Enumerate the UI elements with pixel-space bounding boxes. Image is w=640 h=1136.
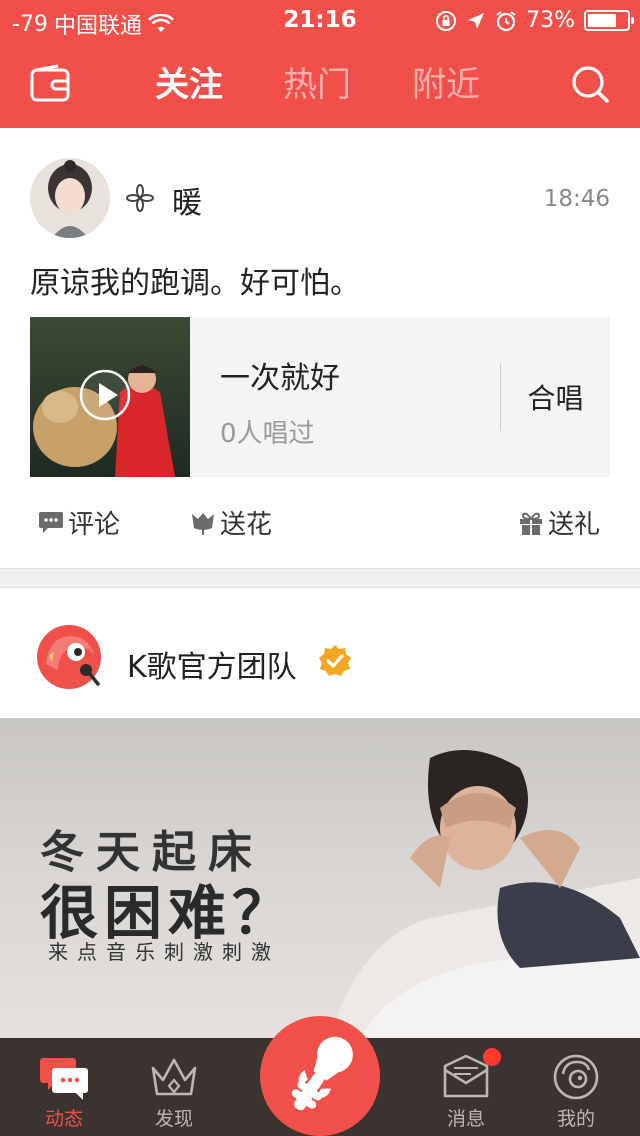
top-nav: 关注 热门 附近 <box>0 40 640 128</box>
banner-subline: 来点音乐刺激刺激 <box>48 940 280 964</box>
tab-messages[interactable]: 消息 <box>416 1038 516 1136</box>
rotation-lock-icon <box>436 10 457 31</box>
duet-button[interactable]: 合唱 <box>501 317 610 477</box>
promo-banner[interactable]: 冬天起床 很困难？ 来点音乐刺激刺激 <box>0 718 640 1038</box>
feed-post: 暖 18:46 原谅我的跑调。好可怕。 一次就好 0人唱过 合唱 评论 送花 送… <box>0 128 640 568</box>
song-cover[interactable] <box>30 317 190 477</box>
tab-feed[interactable]: 动态 <box>14 1038 114 1136</box>
tab-profile[interactable]: 我的 <box>526 1038 626 1136</box>
username[interactable]: 暖 <box>172 178 202 222</box>
flower-icon <box>192 512 214 535</box>
user-badge-icon <box>126 184 154 212</box>
location-arrow-icon <box>468 12 485 29</box>
gift-icon <box>520 512 542 535</box>
crown-icon <box>151 1058 197 1096</box>
tab-discover-label: 发现 <box>154 1108 193 1130</box>
alarm-icon <box>496 10 516 31</box>
app-header: -79 中国联通 21:16 73% 关注 热门 附近 <box>0 0 640 128</box>
search-icon[interactable] <box>570 64 610 104</box>
battery-percent: 73% <box>526 8 575 33</box>
song-sung-count: 0人唱过 <box>220 419 315 449</box>
song-card[interactable]: 一次就好 0人唱过 合唱 <box>30 317 610 477</box>
gift-label: 送礼 <box>548 510 601 540</box>
tab-follow[interactable]: 关注 <box>155 60 223 110</box>
status-bar: -79 中国联通 21:16 73% <box>0 0 640 40</box>
official-avatar[interactable] <box>36 624 102 690</box>
send-gift-button[interactable]: 送礼 <box>518 504 600 541</box>
microphone-icon <box>291 1036 353 1111</box>
feed-tabs: 关注 热门 附近 <box>0 60 640 110</box>
tab-nearby[interactable]: 附近 <box>412 60 480 110</box>
record-button[interactable] <box>260 1016 380 1136</box>
post-text: 原谅我的跑调。好可怕。 <box>30 266 360 301</box>
send-flower-button[interactable]: 送花 <box>190 504 272 541</box>
user-avatar[interactable] <box>30 158 110 238</box>
comment-label: 评论 <box>68 510 121 540</box>
tab-hot[interactable]: 热门 <box>283 60 351 110</box>
official-username[interactable]: K歌官方团队 <box>127 642 297 686</box>
comment-button[interactable]: 评论 <box>38 504 120 541</box>
battery-icon <box>584 10 634 31</box>
feed-icon <box>40 1058 88 1100</box>
tab-discover[interactable]: 发现 <box>124 1038 224 1136</box>
verified-badge-icon <box>319 645 351 676</box>
song-title: 一次就好 <box>220 361 340 396</box>
tab-profile-label: 我的 <box>556 1108 595 1130</box>
post-divider <box>0 568 640 588</box>
post-actions: 评论 送花 送礼 <box>0 504 640 544</box>
profile-icon <box>553 1054 599 1100</box>
tab-messages-label: 消息 <box>446 1108 485 1130</box>
tab-feed-label: 动态 <box>44 1108 83 1130</box>
comment-icon <box>39 511 63 533</box>
flower-label: 送花 <box>220 510 273 540</box>
unread-dot <box>483 1048 501 1066</box>
feed-post: K歌官方团队 冬天起床 很困难？ 来点音乐刺激刺激 <box>0 588 640 1038</box>
post-time: 18:46 <box>543 186 610 212</box>
